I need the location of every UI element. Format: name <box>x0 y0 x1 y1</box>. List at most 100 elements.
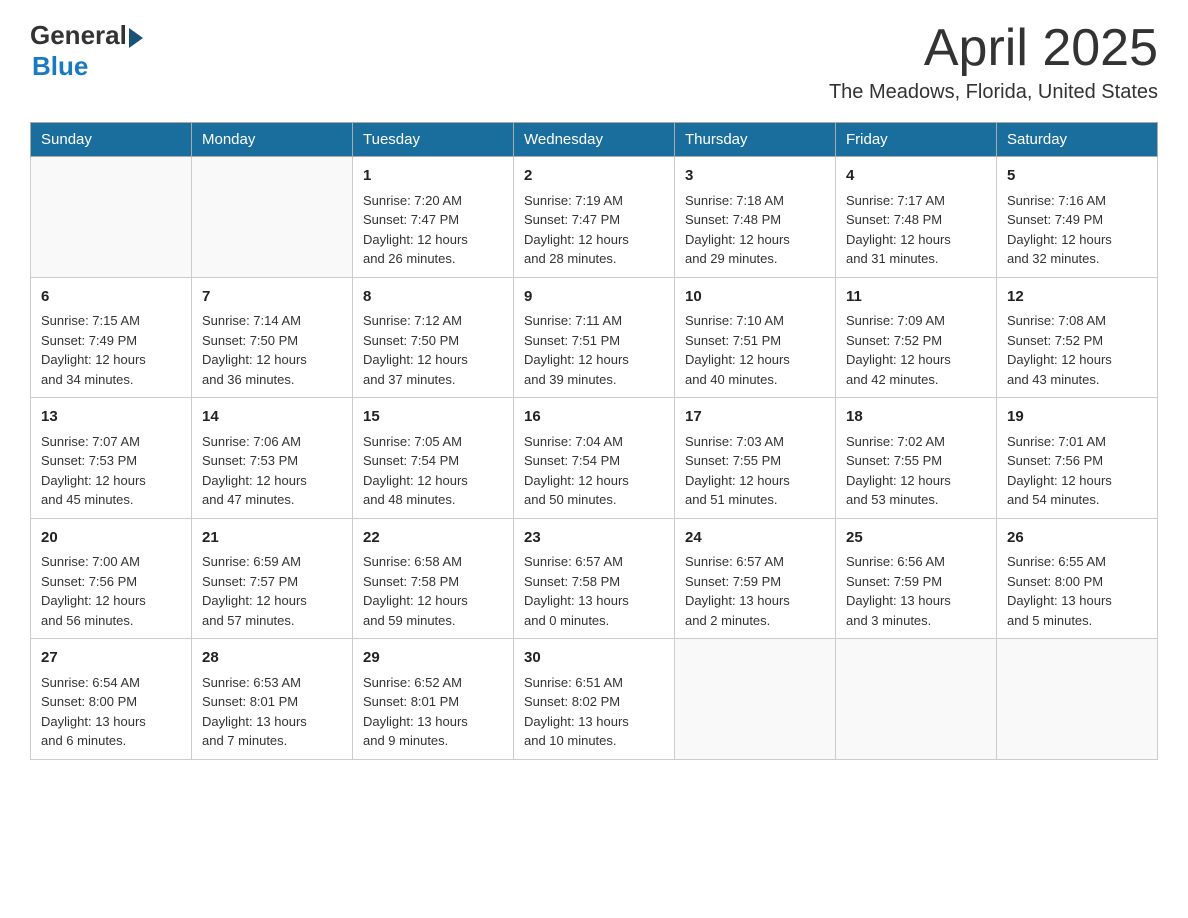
day-number: 17 <box>685 406 825 429</box>
day-info-line: Sunrise: 7:00 AM <box>41 552 181 572</box>
logo: General Blue <box>30 20 143 82</box>
calendar-day-cell: 21Sunrise: 6:59 AMSunset: 7:57 PMDayligh… <box>192 518 353 639</box>
day-info-line: and 31 minutes. <box>846 249 986 269</box>
day-info-line: Sunrise: 7:11 AM <box>524 311 664 331</box>
calendar-day-header: Wednesday <box>514 123 675 157</box>
day-info-line: Daylight: 13 hours <box>524 591 664 611</box>
day-info-line: Sunrise: 6:51 AM <box>524 673 664 693</box>
calendar-day-cell <box>675 639 836 760</box>
day-info-line: and 28 minutes. <box>524 249 664 269</box>
day-info-line: Sunset: 7:56 PM <box>1007 451 1147 471</box>
day-info-line: Sunset: 7:49 PM <box>41 331 181 351</box>
day-info-line: Sunset: 8:00 PM <box>41 692 181 712</box>
day-info-line: Daylight: 12 hours <box>846 350 986 370</box>
day-info-line: Sunrise: 7:14 AM <box>202 311 342 331</box>
calendar-day-cell: 26Sunrise: 6:55 AMSunset: 8:00 PMDayligh… <box>997 518 1158 639</box>
day-info-line: Sunrise: 7:07 AM <box>41 432 181 452</box>
day-info-line: Daylight: 12 hours <box>1007 230 1147 250</box>
day-info-line: and 36 minutes. <box>202 370 342 390</box>
day-info-line: and 53 minutes. <box>846 490 986 510</box>
calendar-week-row: 20Sunrise: 7:00 AMSunset: 7:56 PMDayligh… <box>31 518 1158 639</box>
day-info-line: Sunrise: 7:12 AM <box>363 311 503 331</box>
day-number: 15 <box>363 406 503 429</box>
calendar-day-cell: 1Sunrise: 7:20 AMSunset: 7:47 PMDaylight… <box>353 157 514 278</box>
day-number: 26 <box>1007 527 1147 550</box>
day-info-line: Sunrise: 7:17 AM <box>846 191 986 211</box>
day-info-line: Daylight: 12 hours <box>363 591 503 611</box>
calendar-day-cell: 22Sunrise: 6:58 AMSunset: 7:58 PMDayligh… <box>353 518 514 639</box>
day-info-line: and 51 minutes. <box>685 490 825 510</box>
day-info-line: Sunrise: 7:15 AM <box>41 311 181 331</box>
day-info-line: Daylight: 12 hours <box>202 471 342 491</box>
day-info-line: Sunrise: 7:09 AM <box>846 311 986 331</box>
day-info-line: Daylight: 12 hours <box>202 591 342 611</box>
day-info-line: and 43 minutes. <box>1007 370 1147 390</box>
day-info-line: Sunrise: 7:16 AM <box>1007 191 1147 211</box>
day-number: 13 <box>41 406 181 429</box>
day-info-line: Sunset: 7:50 PM <box>202 331 342 351</box>
calendar-day-cell: 11Sunrise: 7:09 AMSunset: 7:52 PMDayligh… <box>836 277 997 398</box>
calendar-day-cell: 6Sunrise: 7:15 AMSunset: 7:49 PMDaylight… <box>31 277 192 398</box>
calendar-day-cell: 28Sunrise: 6:53 AMSunset: 8:01 PMDayligh… <box>192 639 353 760</box>
calendar-day-cell: 5Sunrise: 7:16 AMSunset: 7:49 PMDaylight… <box>997 157 1158 278</box>
day-number: 10 <box>685 286 825 309</box>
day-info-line: Daylight: 12 hours <box>1007 471 1147 491</box>
calendar-day-cell: 7Sunrise: 7:14 AMSunset: 7:50 PMDaylight… <box>192 277 353 398</box>
day-number: 8 <box>363 286 503 309</box>
day-number: 9 <box>524 286 664 309</box>
day-number: 18 <box>846 406 986 429</box>
day-info-line: and 48 minutes. <box>363 490 503 510</box>
day-number: 3 <box>685 165 825 188</box>
day-info-line: Daylight: 12 hours <box>846 471 986 491</box>
calendar-day-header: Monday <box>192 123 353 157</box>
calendar-day-cell: 23Sunrise: 6:57 AMSunset: 7:58 PMDayligh… <box>514 518 675 639</box>
day-number: 23 <box>524 527 664 550</box>
calendar-day-cell: 25Sunrise: 6:56 AMSunset: 7:59 PMDayligh… <box>836 518 997 639</box>
day-info-line: Sunrise: 7:02 AM <box>846 432 986 452</box>
calendar-header-row: SundayMondayTuesdayWednesdayThursdayFrid… <box>31 123 1158 157</box>
day-info-line: and 57 minutes. <box>202 611 342 631</box>
calendar-day-cell <box>192 157 353 278</box>
day-number: 16 <box>524 406 664 429</box>
page-header: General Blue April 2025 The Meadows, Flo… <box>30 20 1158 104</box>
calendar-day-header: Saturday <box>997 123 1158 157</box>
calendar-day-cell: 8Sunrise: 7:12 AMSunset: 7:50 PMDaylight… <box>353 277 514 398</box>
day-info-line: Daylight: 13 hours <box>524 712 664 732</box>
calendar-table: SundayMondayTuesdayWednesdayThursdayFrid… <box>30 122 1158 760</box>
day-info-line: Sunset: 8:01 PM <box>202 692 342 712</box>
day-info-line: Sunset: 7:51 PM <box>524 331 664 351</box>
day-info-line: Sunset: 7:47 PM <box>524 210 664 230</box>
day-number: 12 <box>1007 286 1147 309</box>
day-info-line: Sunset: 7:52 PM <box>846 331 986 351</box>
day-info-line: and 6 minutes. <box>41 731 181 751</box>
day-number: 22 <box>363 527 503 550</box>
day-number: 7 <box>202 286 342 309</box>
day-info-line: and 2 minutes. <box>685 611 825 631</box>
day-number: 24 <box>685 527 825 550</box>
day-info-line: Sunset: 7:57 PM <box>202 572 342 592</box>
day-info-line: Sunrise: 7:08 AM <box>1007 311 1147 331</box>
day-number: 5 <box>1007 165 1147 188</box>
day-info-line: Daylight: 13 hours <box>202 712 342 732</box>
day-info-line: Daylight: 12 hours <box>685 230 825 250</box>
calendar-day-header: Sunday <box>31 123 192 157</box>
day-info-line: and 47 minutes. <box>202 490 342 510</box>
calendar-day-cell: 2Sunrise: 7:19 AMSunset: 7:47 PMDaylight… <box>514 157 675 278</box>
title-section: April 2025 The Meadows, Florida, United … <box>829 20 1158 104</box>
logo-blue-text: Blue <box>32 51 88 82</box>
day-info-line: and 45 minutes. <box>41 490 181 510</box>
day-info-line: Sunrise: 7:18 AM <box>685 191 825 211</box>
day-info-line: Sunset: 7:53 PM <box>202 451 342 471</box>
day-info-line: Sunset: 7:55 PM <box>685 451 825 471</box>
logo-general-text: General <box>30 20 127 51</box>
calendar-day-cell: 9Sunrise: 7:11 AMSunset: 7:51 PMDaylight… <box>514 277 675 398</box>
location-subtitle: The Meadows, Florida, United States <box>829 81 1158 104</box>
day-info-line: Sunrise: 6:54 AM <box>41 673 181 693</box>
day-info-line: Daylight: 12 hours <box>363 471 503 491</box>
day-number: 6 <box>41 286 181 309</box>
day-info-line: Sunset: 7:52 PM <box>1007 331 1147 351</box>
calendar-day-cell: 17Sunrise: 7:03 AMSunset: 7:55 PMDayligh… <box>675 398 836 519</box>
day-info-line: Sunrise: 6:58 AM <box>363 552 503 572</box>
calendar-day-cell: 24Sunrise: 6:57 AMSunset: 7:59 PMDayligh… <box>675 518 836 639</box>
day-info-line: Sunrise: 6:52 AM <box>363 673 503 693</box>
